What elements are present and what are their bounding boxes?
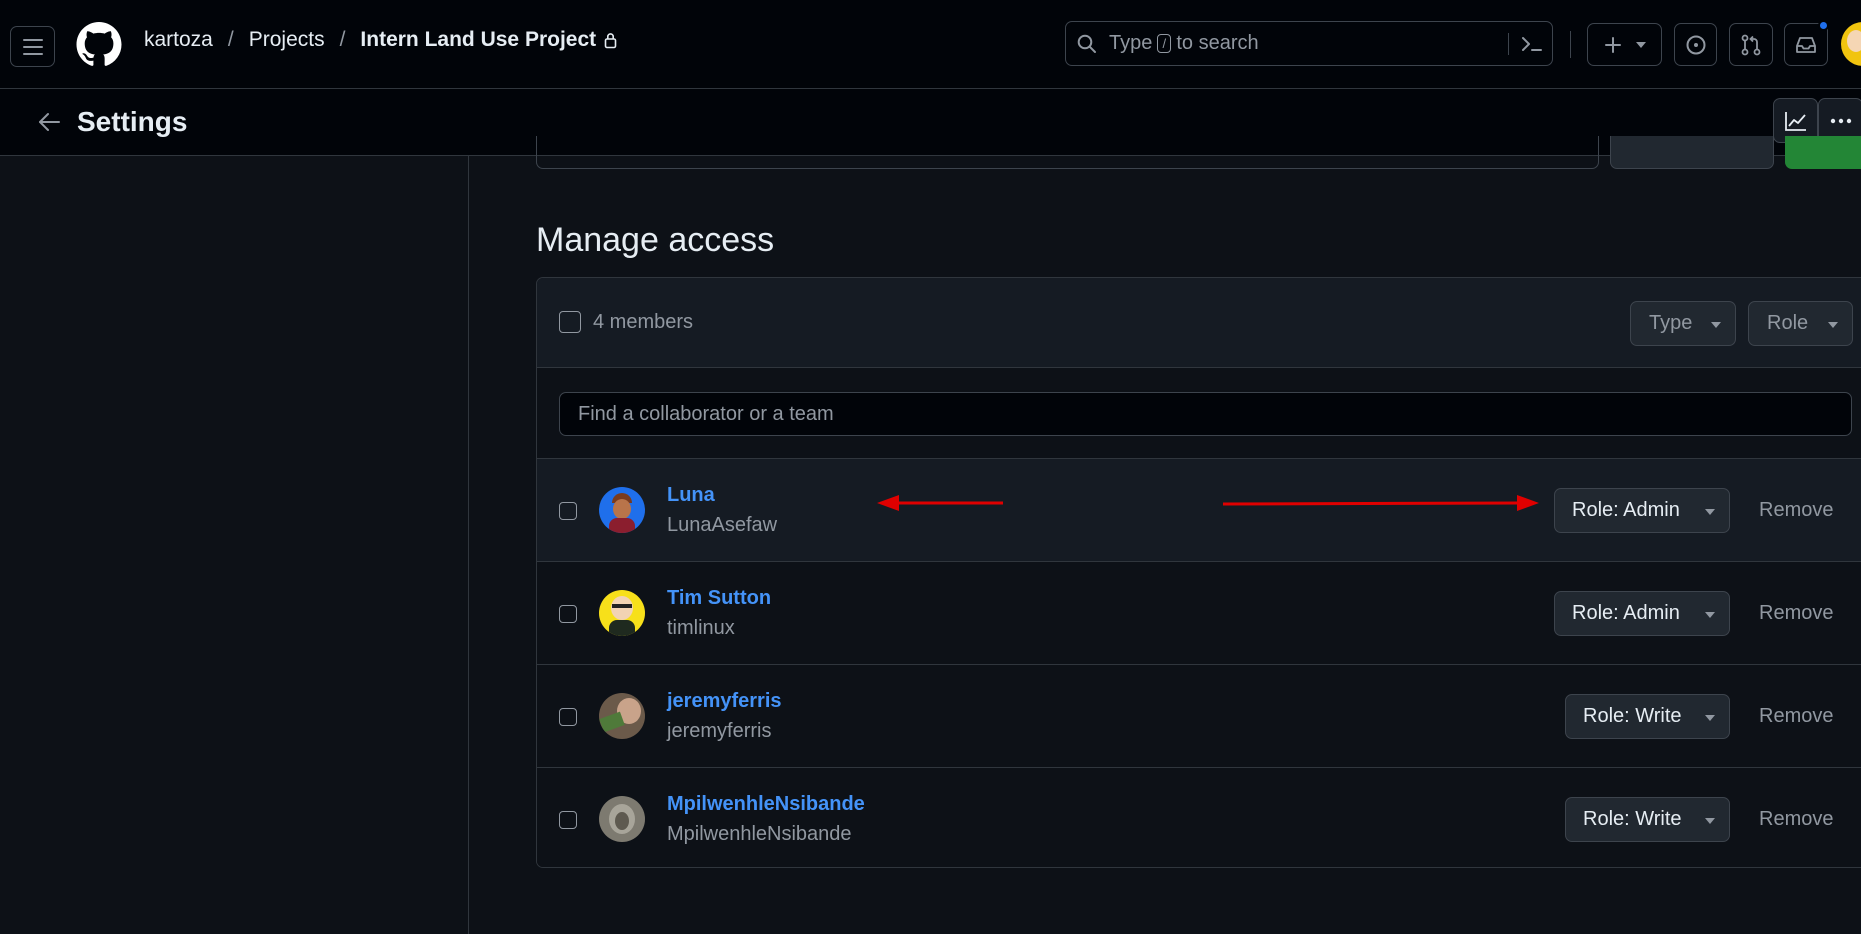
search-placeholder-prefix: Type — [1109, 32, 1153, 54]
role-dropdown[interactable]: Role: Admin — [1554, 488, 1730, 533]
member-name[interactable]: jeremyferris — [667, 690, 782, 713]
breadcrumb-project[interactable]: Intern Land Use Project — [360, 28, 596, 52]
avatar — [599, 796, 645, 842]
search-icon — [1077, 34, 1096, 53]
search-placeholder-suffix: to search — [1176, 32, 1259, 54]
access-panel: 4 members Type Role Luna LunaAsefaw Role… — [536, 277, 1861, 868]
hamburger-icon — [22, 38, 43, 55]
manage-access-heading: Manage access — [536, 221, 775, 259]
member-checkbox[interactable] — [559, 811, 577, 829]
header-divider — [1570, 31, 1571, 58]
main-content: Manage access 4 members Type Role Luna — [536, 136, 1861, 934]
chevron-down-icon — [1705, 509, 1715, 515]
member-row: Luna LunaAsefaw Role: Admin Remove — [537, 458, 1861, 561]
chevron-down-icon — [1705, 818, 1715, 824]
sidebar-divider — [468, 156, 469, 934]
chevron-down-icon — [1705, 715, 1715, 721]
type-filter-label: Type — [1649, 312, 1693, 334]
chevron-down-icon — [1705, 612, 1715, 618]
member-row: jeremyferris jeremyferris Role: Write Re… — [537, 664, 1861, 767]
pull-requests-button[interactable] — [1729, 23, 1773, 66]
member-checkbox[interactable] — [559, 502, 577, 520]
avatar — [599, 693, 645, 739]
member-name[interactable]: MpilwenhleNsibande — [667, 793, 865, 816]
members-count: 4 members — [593, 311, 694, 333]
find-collaborator-input[interactable] — [559, 392, 1852, 436]
lock-icon — [604, 32, 617, 48]
issues-button[interactable] — [1674, 23, 1717, 66]
role-dropdown[interactable]: Role: Write — [1565, 797, 1730, 842]
remove-button[interactable]: Remove — [1759, 808, 1833, 831]
breadcrumb-projects[interactable]: Projects — [249, 28, 325, 52]
breadcrumb: kartoza / Projects / Intern Land Use Pro… — [144, 28, 617, 52]
role-filter-label: Role — [1767, 312, 1809, 334]
role-label: Role: Write — [1583, 808, 1682, 830]
search-box[interactable]: Type / to search — [1065, 21, 1553, 66]
breadcrumb-separator: / — [227, 28, 234, 51]
role-dropdown[interactable]: Role: Write — [1565, 694, 1730, 739]
member-name[interactable]: Luna — [667, 484, 715, 507]
global-header: kartoza / Projects / Intern Land Use Pro… — [0, 0, 1861, 89]
plus-icon — [1604, 36, 1621, 53]
breadcrumb-separator: / — [339, 28, 346, 51]
role-filter-button[interactable]: Role — [1748, 301, 1853, 346]
previous-primary-button-remnant — [1785, 136, 1861, 169]
role-dropdown[interactable]: Role: Admin — [1554, 591, 1730, 636]
previous-button-remnant — [1610, 136, 1774, 169]
member-name[interactable]: Tim Sutton — [667, 587, 771, 610]
member-login: LunaAsefaw — [667, 514, 778, 536]
remove-button[interactable]: Remove — [1759, 499, 1833, 522]
pull-requests-icon — [1741, 34, 1761, 55]
user-avatar[interactable] — [1841, 22, 1861, 66]
type-filter-button[interactable]: Type — [1630, 301, 1736, 346]
role-label: Role: Admin — [1572, 499, 1680, 521]
search-shortcut-key: / — [1157, 34, 1172, 53]
avatar — [599, 590, 645, 636]
kebab-icon — [1830, 118, 1851, 123]
remove-button[interactable]: Remove — [1759, 705, 1833, 728]
member-row: MpilwenhleNsibande MpilwenhleNsibande Ro… — [537, 767, 1861, 867]
inbox-icon — [1796, 36, 1816, 53]
member-login: MpilwenhleNsibande — [667, 823, 852, 845]
role-label: Role: Admin — [1572, 602, 1680, 624]
breadcrumb-owner[interactable]: kartoza — [144, 28, 213, 52]
menu-button[interactable] — [10, 26, 55, 67]
search-divider — [1508, 33, 1509, 55]
role-label: Role: Write — [1583, 705, 1682, 727]
chevron-down-icon — [1828, 322, 1838, 328]
github-logo-icon[interactable] — [76, 22, 122, 67]
create-new-button[interactable] — [1587, 23, 1662, 66]
notification-dot — [1818, 20, 1829, 31]
command-palette-icon[interactable] — [1521, 35, 1543, 53]
back-arrow-icon[interactable] — [37, 112, 61, 132]
issues-icon — [1686, 35, 1705, 54]
access-panel-header: 4 members Type Role — [537, 278, 1861, 368]
chevron-down-icon — [1711, 322, 1721, 328]
previous-input-remnant — [536, 136, 1599, 169]
member-row: Tim Sutton timlinux Role: Admin Remove — [537, 561, 1861, 664]
member-checkbox[interactable] — [559, 605, 577, 623]
chevron-down-icon — [1635, 41, 1646, 48]
member-checkbox[interactable] — [559, 708, 577, 726]
member-login: timlinux — [667, 617, 735, 639]
graph-icon — [1784, 111, 1806, 131]
avatar — [599, 487, 645, 533]
select-all-checkbox[interactable] — [559, 311, 581, 333]
remove-button[interactable]: Remove — [1759, 602, 1833, 625]
member-login: jeremyferris — [667, 720, 772, 742]
settings-title: Settings — [77, 106, 188, 137]
